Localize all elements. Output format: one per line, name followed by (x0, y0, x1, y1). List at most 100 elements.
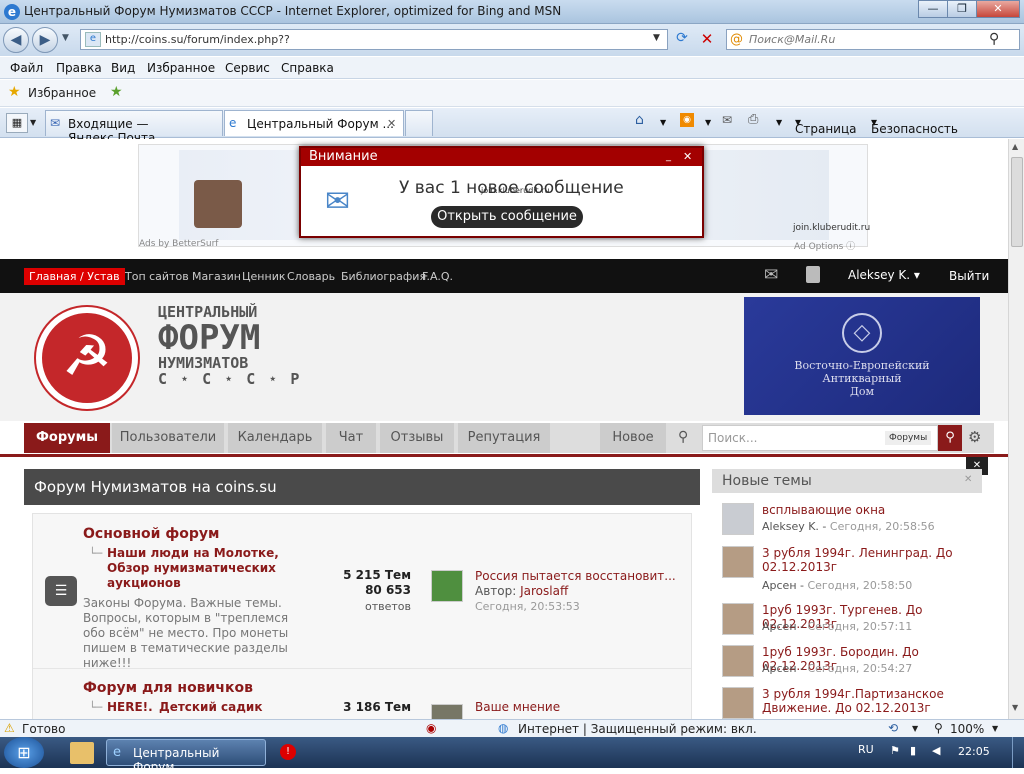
network-icon[interactable]: ▮ (910, 744, 916, 757)
home-icon[interactable]: ⌂ (635, 112, 644, 128)
logo-emblem[interactable]: ☭ (36, 307, 138, 409)
topic-title[interactable]: 3 рубля 1994г. Ленинград. До 02.12.2013г (762, 546, 977, 574)
nav-dictionary[interactable]: Словарь (287, 270, 335, 283)
list-item[interactable]: 3 рубля 1994г. Ленинград. До 02.12.2013г… (722, 546, 982, 598)
tab-reputation[interactable]: Репутация (458, 423, 550, 453)
category-title-newbies[interactable]: Форум для новичков (83, 680, 253, 696)
refresh-icon[interactable]: ⟳ (671, 30, 693, 50)
explorer-taskbar-icon[interactable] (70, 742, 94, 764)
add-favorites-icon[interactable]: ★ (110, 84, 123, 100)
print-icon[interactable]: ⎙ (748, 112, 758, 127)
vertical-scrollbar[interactable]: ▲ ▼ (1008, 139, 1024, 719)
alert-minimize-icon[interactable]: _ (666, 151, 671, 162)
quick-tabs-icon[interactable]: ▦ (6, 113, 28, 133)
stop-icon[interactable]: ✕ (697, 30, 717, 50)
list-item[interactable]: всплывающие окна Aleksey K. - Сегодня, 2… (722, 503, 982, 539)
privacy-icon[interactable]: ◉ (426, 721, 436, 735)
tab-list-dropdown-icon[interactable]: ▼ (30, 113, 42, 133)
read-mail-icon[interactable]: ✉ (722, 113, 732, 127)
scroll-up-icon[interactable]: ▲ (1012, 142, 1018, 151)
menu-edit[interactable]: Правка (56, 61, 102, 75)
scroll-down-icon[interactable]: ▼ (1012, 703, 1018, 712)
ad-alert-popup[interactable]: Внимание _ ✕ ✉ У вас 1 новое сообщение j… (299, 146, 704, 238)
home-dropdown-icon[interactable]: ▼ (660, 118, 666, 127)
page-menu[interactable]: Страница ▾ (795, 115, 857, 136)
rss-dropdown-icon[interactable]: ▼ (705, 118, 711, 127)
maximize-button[interactable]: ❐ (947, 0, 977, 18)
subforum-link-kindergarten[interactable]: Детский садик (159, 700, 263, 714)
menu-file[interactable]: Файл (10, 61, 43, 75)
topic-title[interactable]: 3 рубля 1994г.Партизанское Движение. До … (762, 687, 977, 715)
search-box[interactable]: @ Поиск@Mail.Ru ⚲ (726, 29, 1020, 50)
tab-forum[interactable]: e Центральный Форум ... ✕ (224, 110, 404, 136)
address-bar[interactable]: e http://coins.su/forum/index.php?? ▼ (80, 29, 668, 50)
tab-close-icon[interactable]: ✕ (387, 117, 396, 130)
tray-flag-icon[interactable]: ⚑ (890, 744, 900, 757)
tab-chat[interactable]: Чат (326, 423, 376, 453)
forum-search-box[interactable]: Поиск... Форумы (702, 425, 938, 451)
print-dropdown-icon[interactable]: ▼ (776, 118, 782, 127)
tab-forums[interactable]: Форумы (24, 423, 110, 453)
address-dropdown-icon[interactable]: ▼ (653, 33, 660, 43)
close-window-button[interactable]: ✕ (976, 0, 1020, 18)
topic-title[interactable]: всплывающие окна (762, 503, 977, 517)
volume-icon[interactable]: ◀ (932, 744, 940, 757)
last-post-title[interactable]: Ваше мнение (475, 700, 560, 714)
antique-house-banner[interactable]: ◇ Восточно-Европейский Антикварный Дом (744, 297, 980, 415)
app-taskbar-icon[interactable]: ! (280, 744, 296, 760)
favorites-button[interactable]: Избранное (28, 86, 96, 100)
notifications-icon[interactable] (806, 266, 820, 283)
search-scope-select[interactable]: Форумы (885, 431, 932, 445)
subforum-link[interactable]: Наши люди на Молотке, Обзор нумизматичес… (107, 546, 287, 591)
taskbar-ie-task[interactable]: e Центральный Форум... (106, 739, 266, 774)
protected-mode-icon[interactable]: ⟲ (888, 721, 898, 735)
menu-tools[interactable]: Сервис (225, 61, 270, 75)
close-sidebar-icon[interactable]: ✕ (964, 474, 972, 485)
tab-calendar[interactable]: Календарь (228, 423, 322, 453)
zoom-dropdown-icon[interactable]: ▼ (992, 724, 998, 733)
list-item[interactable]: 3 рубля 1994г.Партизанское Движение. До … (722, 687, 982, 719)
nav-home-link[interactable]: Главная / Устав (24, 268, 125, 285)
address-input[interactable]: http://coins.su/forum/index.php?? (105, 33, 290, 46)
list-item[interactable]: 1руб 1993г. Бородин. До 02.12.2013г Арсе… (722, 645, 982, 681)
open-message-button[interactable]: Открыть сообщение (431, 206, 583, 228)
forum-search-button[interactable]: ⚲ (938, 425, 962, 451)
search-input[interactable]: Поиск@Mail.Ru (749, 33, 835, 46)
search-settings-icon[interactable]: ⚙ (968, 428, 981, 446)
logout-link[interactable]: Выйти (949, 269, 989, 283)
rss-icon[interactable]: ◉ (680, 113, 694, 127)
clock[interactable]: 22:05 (958, 745, 990, 758)
nav-faq[interactable]: F.A.Q. (422, 270, 453, 283)
search-icon[interactable]: ⚲ (989, 31, 999, 47)
nav-bibliography[interactable]: Библиография (341, 270, 426, 283)
protected-mode-dropdown-icon[interactable]: ▼ (912, 724, 918, 733)
forum-search-input[interactable]: Поиск... (708, 431, 757, 445)
language-indicator[interactable]: RU (858, 743, 874, 756)
list-item[interactable]: 1руб 1993г. Тургенев. До 02.12.2013г Арс… (722, 603, 982, 639)
alert-close-icon[interactable]: ✕ (683, 150, 692, 163)
menu-view[interactable]: Вид (111, 61, 135, 75)
location-pin-icon[interactable]: ⚲ (678, 429, 688, 445)
menu-favorites[interactable]: Избранное (147, 61, 215, 75)
nav-prices[interactable]: Ценник (242, 270, 285, 283)
forward-button[interactable]: ▶ (32, 27, 58, 53)
subforum-link-here[interactable]: HERE!. (107, 700, 153, 714)
last-post-avatar[interactable] (431, 570, 463, 602)
nav-shop[interactable]: Магазин (192, 270, 241, 283)
messages-icon[interactable]: ✉ (764, 265, 778, 285)
tab-users[interactable]: Пользователи (112, 423, 224, 453)
tab-new[interactable]: Новое (600, 423, 666, 453)
category-title-main[interactable]: Основной форум (83, 526, 219, 542)
nav-top-sites[interactable]: Топ сайтов (125, 270, 189, 283)
menu-help[interactable]: Справка (281, 61, 334, 75)
safety-menu[interactable]: Безопасность ▾ (871, 115, 958, 136)
ad-provider[interactable]: Ads by BetterSurf (139, 239, 218, 249)
zoom-level[interactable]: 100% (950, 722, 984, 736)
minimize-button[interactable]: — (918, 0, 948, 18)
tab-yandex-mail[interactable]: ✉ Входящие — Яндекс.Почта (45, 110, 223, 145)
history-dropdown-icon[interactable]: ▼ (62, 33, 69, 43)
user-menu[interactable]: Aleksey K. ▾ (848, 268, 920, 282)
back-button[interactable]: ◀ (3, 27, 29, 53)
start-button[interactable]: ⊞ (4, 737, 44, 768)
scroll-thumb[interactable] (1011, 157, 1023, 247)
